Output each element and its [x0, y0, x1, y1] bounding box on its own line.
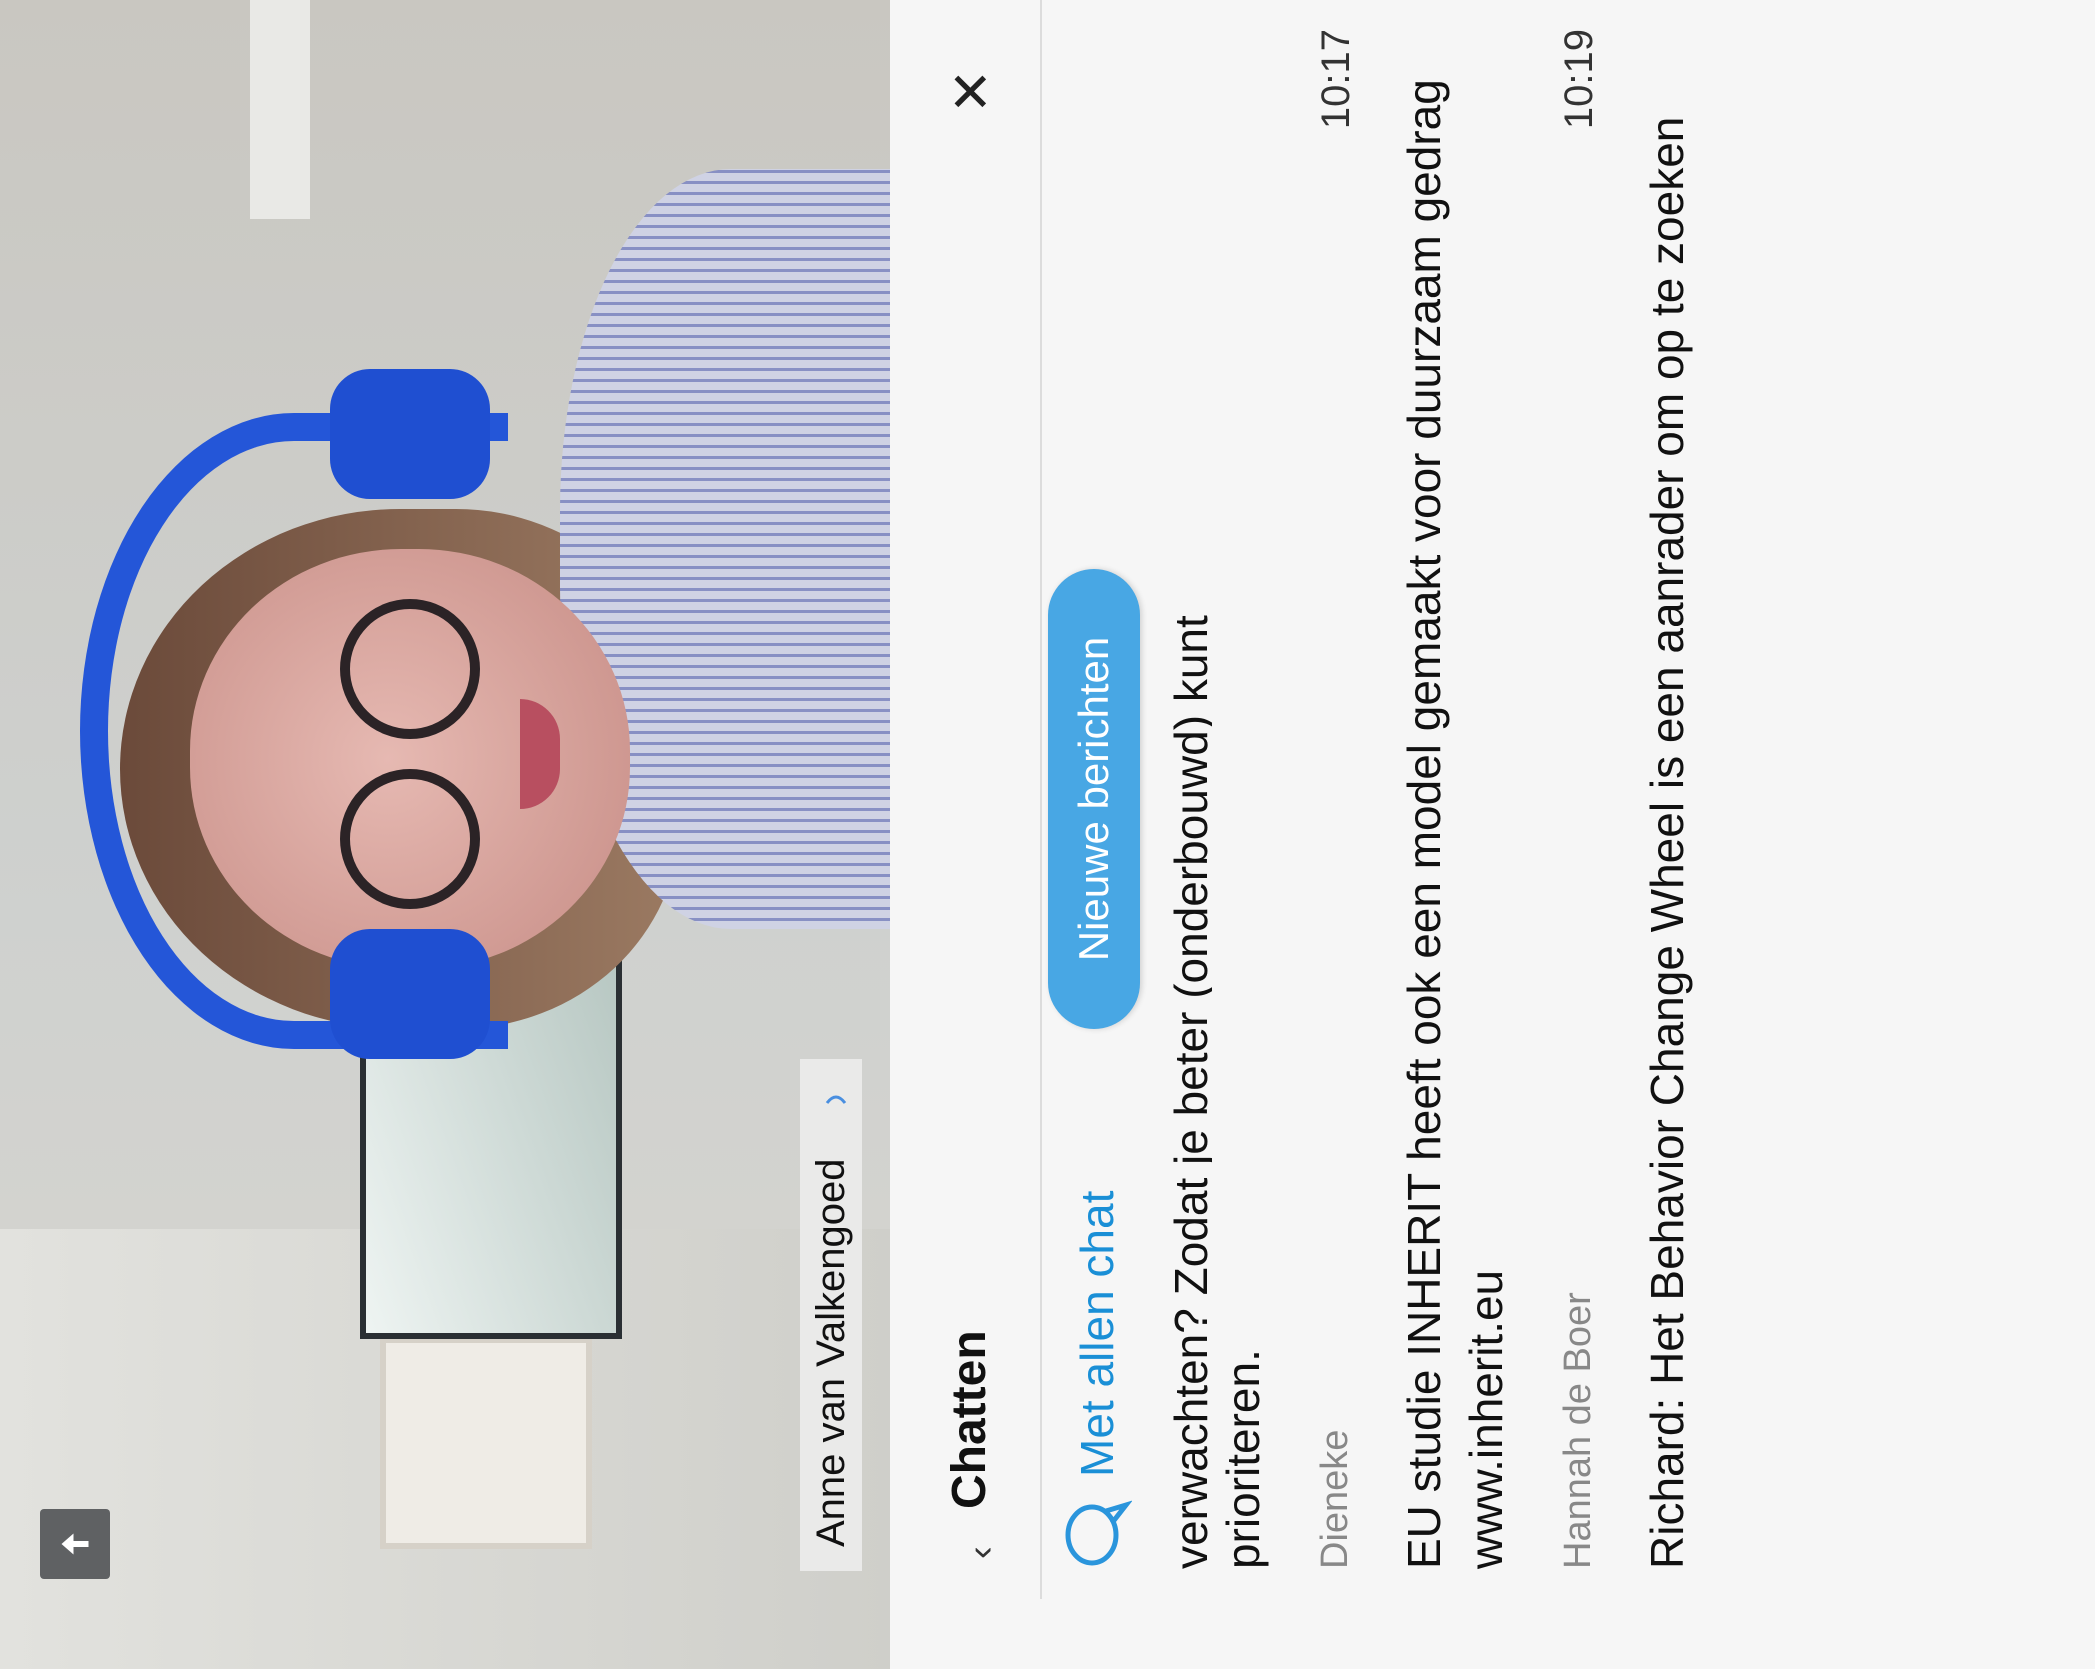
- message-header: Dieneke 10:17: [1314, 29, 1359, 1569]
- headphone-cup-left: [330, 929, 490, 1059]
- upload-icon[interactable]: [40, 1509, 110, 1579]
- message-time: 10:17: [1314, 29, 1358, 130]
- participant-name-label: Anne van Valkengoed: [800, 1058, 862, 1571]
- message-time: 10:19: [1557, 29, 1601, 130]
- new-messages-button[interactable]: Nieuwe berichten: [1048, 569, 1140, 1029]
- message-sender: Hannah de Boer: [1557, 1292, 1599, 1569]
- chat-header: ‹ Chatten ✕: [890, 0, 1040, 1669]
- message-text: Richard: Het Behavior Change Wheel is ee…: [1641, 116, 1693, 1569]
- chat-panel: ‹ Chatten ✕ Met allen chat Nieuwe berich…: [890, 0, 2095, 1669]
- chat-audience-selector[interactable]: Met allen chat: [1062, 1191, 1132, 1569]
- microphone-icon: [816, 1083, 847, 1143]
- chat-bubble-icon: [1065, 1500, 1132, 1566]
- message-text: EU studie INHERIT heeft ook een model ge…: [1398, 79, 1512, 1569]
- close-icon[interactable]: ✕: [940, 69, 1003, 114]
- background-shelf: [250, 0, 310, 219]
- participant-name: Anne van Valkengoed: [808, 1158, 853, 1547]
- participant-video[interactable]: Anne van Valkengoed: [0, 0, 890, 1669]
- partial-message-line: prioriteren.: [1217, 1349, 1269, 1569]
- chevron-left-icon[interactable]: ‹: [960, 1546, 1003, 1559]
- wall-picture: [380, 1337, 592, 1549]
- message-sender: Dieneke: [1314, 1429, 1356, 1569]
- meeting-window: Anne van Valkengoed ‹ Chatten ✕ Met alle…: [0, 0, 2095, 1669]
- chat-title: Chatten: [943, 1330, 996, 1509]
- chat-audience-label: Met allen chat: [1071, 1190, 1123, 1477]
- partial-message-line: verwachten? Zodat je beter (onderbouwd) …: [1165, 615, 1212, 1569]
- headphone-cup-right: [330, 369, 490, 499]
- message-header: Hannah de Boer 10:19: [1557, 29, 1602, 1569]
- message-list[interactable]: verwachten? Zodat je beter (onderbouwd) …: [1160, 29, 1698, 1569]
- header-divider: [1040, 0, 1042, 1599]
